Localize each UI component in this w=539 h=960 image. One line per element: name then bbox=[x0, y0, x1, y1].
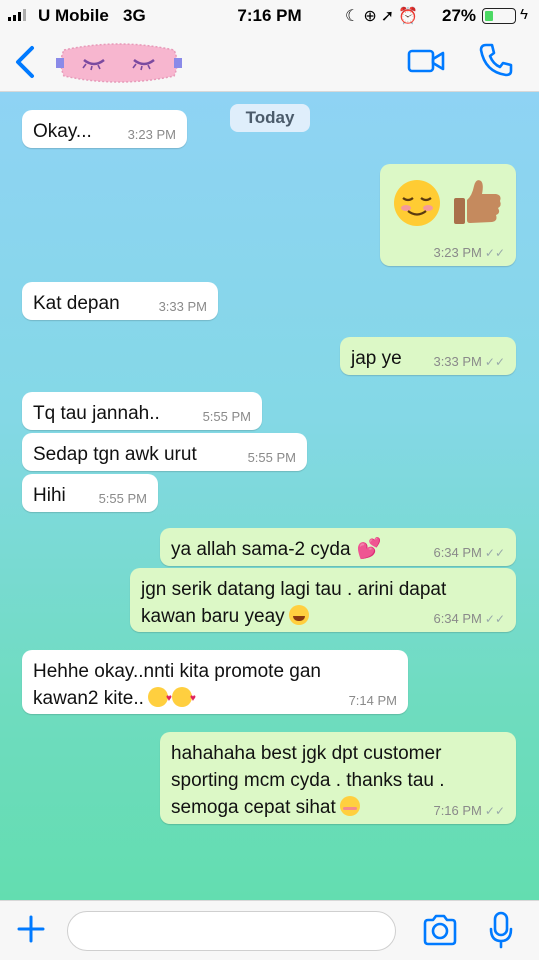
plus-icon[interactable] bbox=[16, 914, 46, 944]
charging-icon: ϟ bbox=[520, 6, 528, 23]
message-incoming[interactable]: Sedap tgn awk urut 5:55 PM bbox=[22, 433, 307, 471]
message-text: ya allah sama-2 cyda 💕 bbox=[171, 536, 381, 563]
message-incoming[interactable]: Hehhe okay..nnti kita promote gan kawan2 … bbox=[22, 650, 408, 714]
chevron-left-icon[interactable] bbox=[12, 44, 38, 80]
double-check-icon: ✓✓ bbox=[484, 546, 505, 560]
contact-avatar[interactable] bbox=[56, 40, 182, 86]
message-time: 6:34 PM ✓✓ bbox=[433, 545, 505, 560]
double-check-icon: ✓✓ bbox=[484, 612, 505, 626]
thumbs-up-emoji bbox=[454, 180, 501, 224]
message-composer bbox=[0, 900, 539, 960]
message-time: 3:23 PM bbox=[127, 127, 176, 142]
message-time: 7:14 PM bbox=[348, 693, 397, 708]
message-incoming[interactable]: Hihi 5:55 PM bbox=[22, 474, 158, 512]
double-check-icon: ✓✓ bbox=[484, 355, 505, 369]
relieved-face-emoji bbox=[339, 796, 360, 816]
tears-of-joy-emoji bbox=[288, 605, 309, 625]
message-text: Sedap tgn awk urut bbox=[33, 444, 197, 465]
message-outgoing[interactable]: 3:23 PM ✓✓ bbox=[380, 164, 516, 266]
chat-area[interactable]: Today Okay... 3:23 PM 3:23 PM ✓✓ Kat depa… bbox=[0, 92, 539, 900]
message-outgoing[interactable]: jgn serik datang lagi tau . arini dapat k… bbox=[130, 568, 516, 632]
chat-header bbox=[0, 32, 539, 92]
message-text: hahahaha best jgk dpt customer sporting m… bbox=[171, 743, 445, 818]
message-incoming[interactable]: Tq tau jannah.. 5:55 PM bbox=[22, 392, 262, 430]
message-text: Okay... bbox=[33, 121, 92, 142]
message-time: 3:33 PM ✓✓ bbox=[433, 354, 505, 369]
message-text: Hehhe okay..nnti kita promote gan kawan2 … bbox=[33, 658, 321, 712]
battery-icon bbox=[482, 8, 516, 24]
message-text: Hihi bbox=[33, 485, 66, 506]
message-text: Kat depan bbox=[33, 293, 120, 314]
double-check-icon: ✓✓ bbox=[484, 246, 505, 260]
system-status-icons: ☾⊕➚⏰ bbox=[345, 8, 423, 25]
kiss-face-emoji bbox=[171, 685, 196, 712]
message-outgoing[interactable]: ya allah sama-2 cyda 💕 6:34 PM ✓✓ bbox=[160, 528, 516, 566]
phone-icon[interactable] bbox=[478, 42, 514, 78]
message-input[interactable] bbox=[67, 911, 396, 951]
relieved-face-emoji bbox=[394, 180, 440, 226]
message-outgoing[interactable]: hahahaha best jgk dpt customer sporting m… bbox=[160, 732, 516, 824]
date-separator: Today bbox=[230, 104, 310, 132]
lock-rotation-icon: ⊕ bbox=[363, 8, 381, 25]
message-time: 7:16 PM ✓✓ bbox=[433, 803, 505, 818]
message-incoming[interactable]: Kat depan 3:33 PM bbox=[22, 282, 218, 320]
video-camera-icon[interactable] bbox=[407, 46, 445, 76]
message-text: jap ye bbox=[351, 348, 402, 369]
message-text: Tq tau jannah.. bbox=[33, 403, 160, 424]
kiss-face-emoji bbox=[147, 685, 172, 712]
microphone-icon[interactable] bbox=[488, 911, 514, 949]
camera-icon[interactable] bbox=[422, 914, 458, 946]
message-time: 5:55 PM bbox=[98, 491, 147, 506]
message-incoming[interactable]: Okay... 3:23 PM bbox=[22, 110, 187, 148]
message-time: 5:55 PM bbox=[202, 409, 251, 424]
message-time: 5:55 PM bbox=[247, 450, 296, 465]
double-check-icon: ✓✓ bbox=[484, 804, 505, 818]
battery-percent: 27% bbox=[442, 6, 477, 25]
status-bar: U Mobile 3G 7:16 PM ☾⊕➚⏰ 27% ϟ bbox=[0, 0, 539, 32]
alarm-icon: ⏰ bbox=[398, 8, 423, 25]
message-time: 3:33 PM bbox=[158, 299, 207, 314]
message-text: jgn serik datang lagi tau . arini dapat k… bbox=[141, 579, 447, 627]
message-outgoing[interactable]: jap ye 3:33 PM ✓✓ bbox=[340, 337, 516, 375]
message-time: 3:23 PM ✓✓ bbox=[433, 245, 505, 260]
two-hearts-emoji: 💕 bbox=[356, 538, 382, 560]
message-time: 6:34 PM ✓✓ bbox=[433, 611, 505, 626]
location-icon: ➚ bbox=[380, 8, 399, 25]
